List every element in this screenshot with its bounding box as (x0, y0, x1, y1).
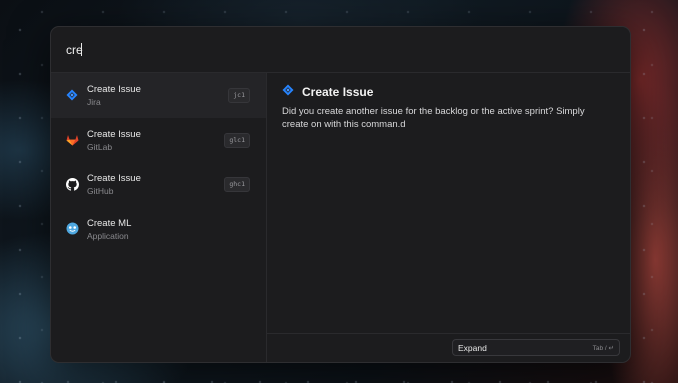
text-caret (81, 43, 82, 56)
detail-header: Create Issue (282, 83, 373, 101)
jira-icon (282, 83, 294, 101)
shortcut-badge: ghc1 (224, 177, 250, 193)
create-ml-icon (65, 222, 79, 236)
item-subtitle: Application (87, 230, 129, 241)
command-launcher: Create Issue Jira jc1 Create Issue GitLa… (50, 26, 631, 363)
results-list: Create Issue Jira jc1 Create Issue GitLa… (51, 73, 267, 362)
item-title: Create Issue (87, 173, 141, 184)
detail-panel: Create Issue Did you create another issu… (267, 73, 630, 334)
shortcut-badge: jc1 (228, 88, 250, 104)
expand-button[interactable]: Expand Tab / ↵ (452, 339, 620, 356)
item-title: Create Issue (87, 128, 141, 140)
gitlab-icon (65, 133, 79, 147)
jira-icon (65, 88, 79, 102)
detail-title: Create Issue (302, 85, 374, 99)
shortcut-badge: glc1 (224, 132, 250, 148)
search-input[interactable] (66, 42, 586, 57)
detail-description: Did you create another issue for the bac… (282, 106, 585, 130)
expand-label: Expand (458, 342, 487, 353)
item-title: Create Issue (87, 84, 141, 95)
item-subtitle: GitHub (87, 186, 114, 196)
item-subtitle: GitLab (87, 141, 113, 152)
item-subtitle: Jira (87, 97, 101, 107)
list-item[interactable]: Create ML Application (51, 207, 266, 252)
footer-bar: Expand Tab / ↵ (267, 333, 630, 362)
list-item[interactable]: Create Issue Jira jc1 (51, 73, 266, 118)
list-item[interactable]: Create Issue GitLab glc1 (51, 118, 266, 163)
search-bar (51, 27, 630, 73)
github-icon (65, 177, 79, 191)
expand-shortcut: Tab / ↵ (592, 344, 614, 352)
item-title: Create ML (87, 217, 132, 229)
list-item[interactable]: Create Issue GitHub ghc1 (51, 162, 266, 207)
